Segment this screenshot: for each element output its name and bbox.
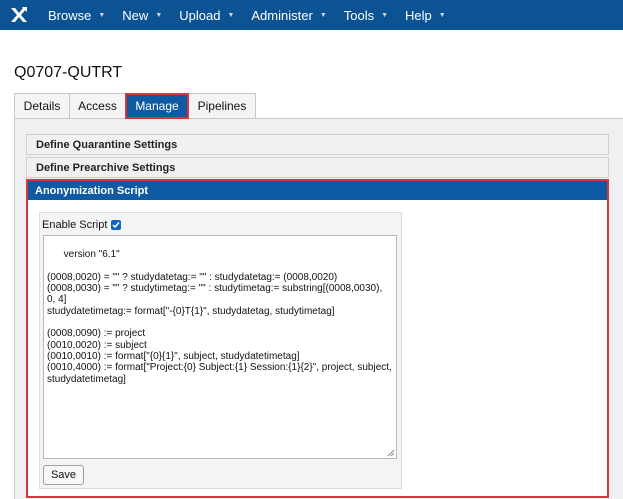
page-title: Q0707-QUTRT [14,64,123,81]
nav-help[interactable]: Help ▼ [396,0,454,30]
chevron-down-icon: ▼ [381,11,389,19]
accordion-prearchive-label: Define Prearchive Settings [36,161,176,174]
chevron-down-icon: ▼ [227,11,235,19]
chevron-down-icon: ▼ [155,11,163,19]
tab-access[interactable]: Access [69,93,126,118]
anonymization-script-form: Enable Script version "6.1" (0008,0020) … [39,212,402,489]
project-tabs: Details Access Manage Pipelines [14,93,256,119]
enable-script-row: Enable Script [42,219,122,231]
nav-help-label: Help [405,7,432,23]
accordion-quarantine-settings[interactable]: Define Quarantine Settings [26,134,609,155]
tab-manage[interactable]: Manage [125,93,189,119]
chevron-down-icon: ▼ [319,11,327,19]
accordion-anonymization-label: Anonymization Script [35,184,149,197]
xnat-logo-icon[interactable] [9,5,29,25]
tab-pipelines[interactable]: Pipelines [188,93,256,118]
accordion-anonymization-script: Anonymization Script Enable Script versi… [26,179,609,498]
top-navigation-bar: Browse ▼ New ▼ Upload ▼ Administer ▼ Too… [0,0,623,30]
chevron-down-icon: ▼ [438,11,446,19]
nav-new-label: New [122,7,149,23]
accordion-quarantine-label: Define Quarantine Settings [36,138,178,151]
tab-details[interactable]: Details [14,93,70,118]
nav-new[interactable]: New ▼ [113,0,170,30]
check-icon [112,222,120,229]
resize-handle-icon[interactable] [387,449,395,457]
save-button[interactable]: Save [43,465,84,485]
nav-browse[interactable]: Browse ▼ [39,0,113,30]
accordion-anonymization-header[interactable]: Anonymization Script [28,181,607,200]
nav-upload-label: Upload [179,7,221,23]
enable-script-checkbox[interactable] [111,220,122,230]
nav-administer-label: Administer [251,7,313,23]
script-content: version "6.1" (0008,0020) = "" ? studyda… [47,249,392,385]
nav-tools-label: Tools [343,7,375,23]
nav-tools[interactable]: Tools ▼ [335,0,396,30]
nav-browse-label: Browse [48,7,92,23]
enable-script-label: Enable Script [42,219,108,231]
accordion-prearchive-settings[interactable]: Define Prearchive Settings [26,157,609,178]
nav-upload[interactable]: Upload ▼ [170,0,242,30]
chevron-down-icon: ▼ [98,11,106,19]
script-textarea[interactable]: version "6.1" (0008,0020) = "" ? studyda… [43,235,397,459]
nav-administer[interactable]: Administer ▼ [242,0,334,30]
